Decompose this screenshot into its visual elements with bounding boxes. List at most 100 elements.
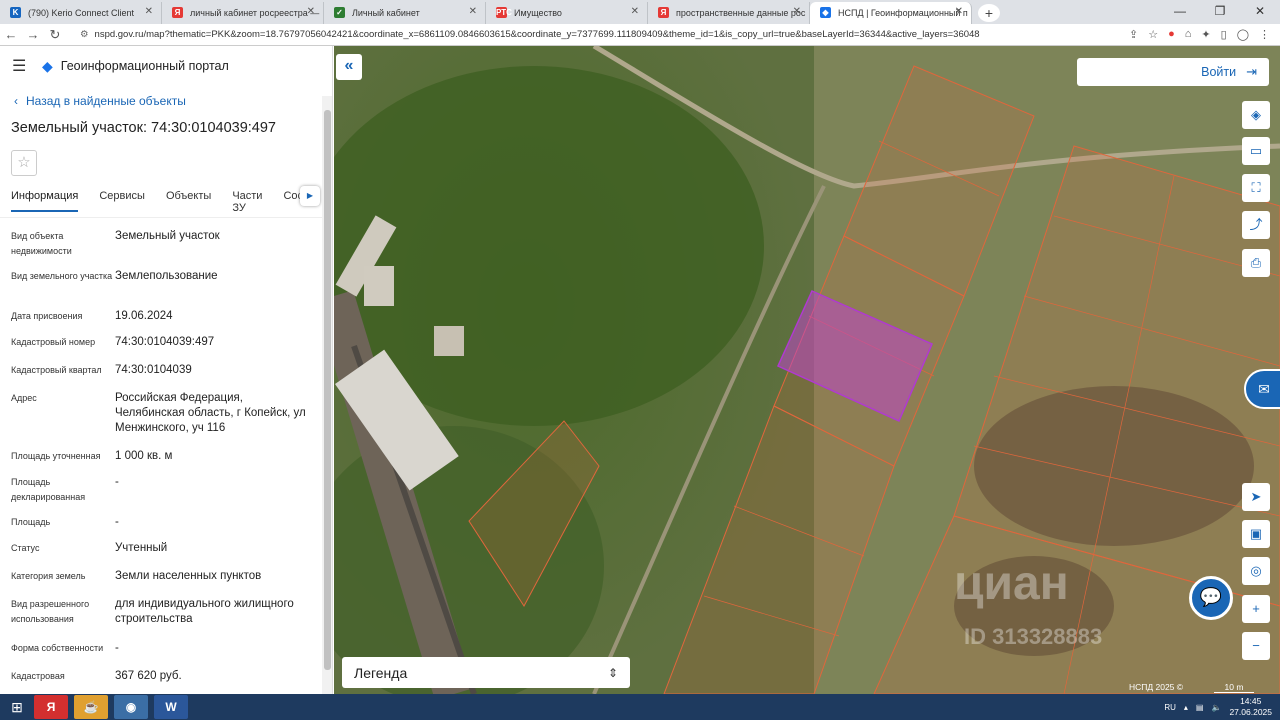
tab-favicon-icon: Я [172, 7, 183, 18]
tab-services[interactable]: Сервисы [99, 190, 145, 210]
java-app-icon[interactable]: ☕ [74, 695, 108, 719]
tab-label: Имущество [514, 8, 562, 18]
ruler-button[interactable]: ▭ [1242, 137, 1270, 165]
browser-tab[interactable]: ◆ НСПД | Геоинформационный п ✕ [810, 2, 972, 24]
tab-parts[interactable]: Части ЗУ [232, 190, 262, 222]
feedback-tab[interactable]: ✉ [1244, 369, 1280, 409]
tab-favicon-icon: ◆ [820, 7, 831, 18]
zoom-out-button[interactable]: − [1242, 632, 1270, 660]
tab-favicon-icon: K [10, 7, 21, 18]
yandex-extension-icon[interactable]: ● [1168, 28, 1175, 41]
attribute-row: Площадь декларированная - [0, 475, 322, 505]
tabs-scroll-right-icon[interactable]: ▶ [300, 186, 320, 206]
tab-close-icon[interactable]: ✕ [145, 6, 153, 17]
network-icon[interactable]: ▤ [1196, 703, 1204, 712]
address-bar: ← → ↻ ⚙ nspd.gov.ru/map?thematic=PKK&zoom… [0, 24, 1280, 46]
minus-icon: − [1252, 638, 1260, 653]
back-arrow-icon[interactable]: ← [0, 27, 22, 42]
layers-button[interactable]: ◈ [1242, 101, 1270, 129]
tab-info[interactable]: Информация [11, 190, 79, 212]
sidebar-scrollbar[interactable] [322, 96, 332, 694]
minimap-icon: ▣ [1249, 526, 1263, 541]
tab-close-icon[interactable]: ✕ [793, 6, 801, 17]
site-info-icon[interactable]: ⚙ [80, 29, 89, 40]
tab-close-icon[interactable]: ✕ [955, 6, 963, 17]
select-area-icon: ⛶ [1251, 180, 1261, 195]
favorite-star-icon[interactable]: ☆ [11, 150, 37, 176]
minimap-button[interactable]: ▣ [1242, 520, 1270, 548]
plus-icon: + [1252, 601, 1260, 616]
cian-watermark: циан [954, 557, 1069, 610]
scrollbar-thumb[interactable] [324, 110, 331, 670]
attribute-value: 367 620 руб. [115, 670, 182, 682]
login-label: Войти [1201, 65, 1237, 79]
legend-dropdown[interactable]: Легенда ⇕ [342, 657, 630, 688]
attribute-key: Площадь уточненная [11, 451, 101, 461]
reload-icon[interactable]: ↻ [44, 27, 66, 43]
location-search-button[interactable]: ◎ [1242, 557, 1270, 585]
forward-arrow-icon[interactable]: → [22, 27, 44, 42]
browser-tab[interactable]: Япространственные данные рос ✕ [648, 2, 810, 24]
yandex-browser-icon[interactable]: Я [34, 695, 68, 719]
language-indicator[interactable]: RU [1164, 703, 1176, 712]
share-icon[interactable]: ⇪ [1129, 28, 1138, 41]
extensions-icon[interactable]: ✦ [1201, 28, 1210, 41]
tab-label: Личный кабинет [352, 8, 420, 18]
word-icon[interactable]: W [154, 695, 188, 719]
login-button[interactable]: Войти ⇥ [1077, 58, 1269, 86]
maximize-icon[interactable]: ❐ [1200, 0, 1240, 24]
geolocate-button[interactable]: ➤ [1242, 483, 1270, 511]
clock[interactable]: 14:45 27.06.2025 [1229, 696, 1272, 718]
chrome-icon[interactable]: ◉ [114, 695, 148, 719]
menu-hamburger-icon[interactable]: ☰ [12, 56, 36, 76]
system-tray: RU ▴ ▤ 🔈 14:45 27.06.2025 [1164, 696, 1272, 718]
attribute-value: 74:30:0104039 [115, 364, 192, 376]
volume-icon[interactable]: 🔈 [1211, 703, 1221, 712]
attribute-key: Вид разрешенного использования [11, 599, 90, 624]
window-controls: — ❐ ✕ [1160, 0, 1280, 24]
minimize-icon[interactable]: — [1160, 0, 1200, 24]
home-extension-icon[interactable]: ⌂ [1185, 28, 1192, 41]
attribute-value: 74:30:0104039:497 [115, 336, 215, 348]
new-tab-button[interactable]: + [978, 4, 1000, 22]
attribute-row: Кадастровый номер 74:30:0104039:497 [0, 335, 322, 350]
sidepanel-icon[interactable]: ▯ [1221, 28, 1227, 41]
map-view[interactable]: циан ID 313328883 « Войти ⇥ ◈ ▭ ⛶ ⤴ ⎙ ✉ ➤… [334, 46, 1280, 694]
tray-chevron-icon[interactable]: ▴ [1184, 703, 1188, 712]
attribute-row: Категория земель Земли населенных пунктов [0, 569, 322, 584]
attribute-value: - [115, 476, 119, 488]
attribute-row: Форма собственности - [0, 641, 322, 656]
select-area-button[interactable]: ⛶ [1242, 174, 1270, 202]
browser-tab[interactable]: ✓ Личный кабинет ✕ [324, 2, 486, 24]
portal-title: Геоинформационный портал [60, 59, 229, 73]
attribute-row: Статус Учтенный [0, 541, 322, 556]
share-map-button[interactable]: ⤴ [1242, 211, 1270, 239]
browser-menu-icon[interactable]: ⋮ [1259, 28, 1270, 41]
chat-assistant-button[interactable]: 💬 [1189, 576, 1233, 620]
tab-close-icon[interactable]: ✕ [631, 6, 639, 17]
back-to-results-link[interactable]: ‹ Назад в найденные объекты [14, 94, 332, 108]
start-button-icon[interactable]: ⊞ [0, 694, 34, 720]
close-window-icon[interactable]: ✕ [1240, 0, 1280, 24]
attribute-value: Земельный участок [115, 230, 220, 242]
print-button[interactable]: ⎙ [1242, 249, 1270, 277]
bookmark-star-icon[interactable]: ☆ [1148, 28, 1158, 41]
url-field[interactable]: ⚙ nspd.gov.ru/map?thematic=PKK&zoom=18.76… [80, 29, 1110, 40]
tab-label: (790) Kerio Connect Client [28, 8, 135, 18]
browser-tab[interactable]: РТС Имущество ✕ [486, 2, 648, 24]
attribute-key: Статус [11, 543, 40, 553]
object-info-panel: ☰ ◆ Геоинформационный портал ‹ Назад в на… [0, 46, 333, 694]
tab-objects[interactable]: Объекты [166, 190, 211, 210]
tab-label: личный кабинет росреестра — [190, 8, 320, 18]
legend-label: Легенда [354, 664, 408, 681]
browser-tab[interactable]: K (790) Kerio Connect Client ✕ [0, 2, 162, 24]
browser-tab[interactable]: Яличный кабинет росреестра — ✕ [162, 2, 324, 24]
tab-close-icon[interactable]: ✕ [469, 6, 477, 17]
clock-time: 14:45 [1240, 696, 1262, 706]
attribute-value: Земли населенных пунктов [115, 570, 262, 582]
profile-avatar-icon[interactable]: ◯ [1237, 28, 1249, 41]
zoom-in-button[interactable]: + [1242, 595, 1270, 623]
tab-close-icon[interactable]: ✕ [307, 6, 315, 17]
collapse-panel-button[interactable]: « [336, 54, 362, 80]
attribute-row: Кадастровый квартал 74:30:0104039 [0, 363, 322, 378]
